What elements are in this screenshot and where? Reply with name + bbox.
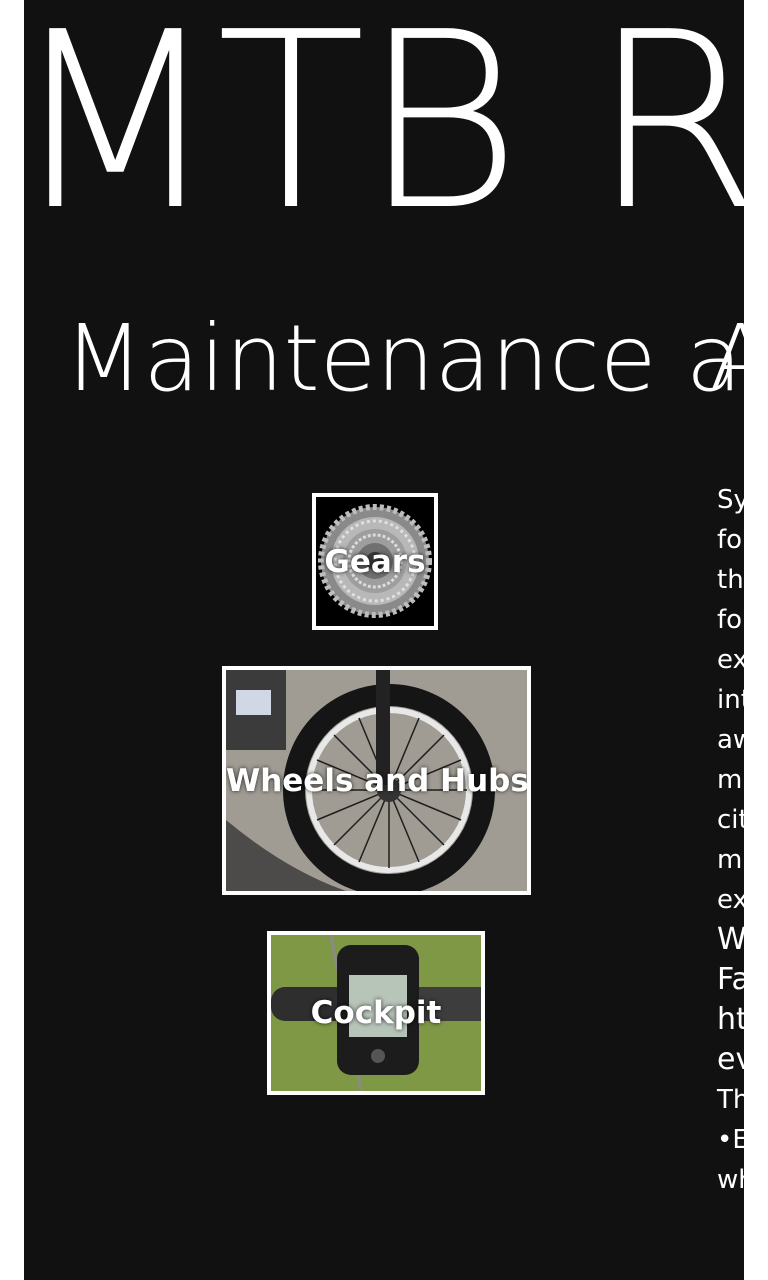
description-line: fo: [717, 605, 743, 635]
cockpit-tile-label: Cockpit: [310, 995, 442, 1031]
wheels-and-hubs-tile-label: Wheels and Hubs: [226, 762, 529, 799]
description-line: ex: [717, 885, 744, 915]
description-line: wh: [717, 1165, 744, 1195]
description-line: •E: [717, 1125, 744, 1155]
description-line: htt: [717, 1002, 744, 1037]
cockpit-tile[interactable]: Cockpit: [267, 931, 485, 1095]
pivot-header-next[interactable]: A: [709, 313, 744, 405]
description-line: m: [717, 845, 743, 875]
gears-tile[interactable]: Gears: [312, 493, 438, 630]
description-line: Th: [717, 1085, 744, 1115]
description-text: Sy fo th fo ex int aw m cit m ex W Fa ht…: [717, 480, 744, 1200]
gears-tile-label: Gears: [324, 543, 426, 580]
description-line: Sy: [717, 485, 744, 515]
description-line: ex: [717, 645, 744, 675]
description-line: cit: [717, 805, 744, 835]
pivot-header-maintenance[interactable]: Maintenance ar: [64, 313, 744, 405]
app-title: MTB Rid: [24, 0, 744, 264]
description-line: aw: [717, 725, 744, 755]
description-line: th: [717, 565, 744, 595]
description-line: m: [717, 765, 743, 795]
description-line: ev: [717, 1042, 744, 1077]
description-line: fo: [717, 525, 743, 555]
description-line: int: [717, 685, 744, 715]
wheels-and-hubs-tile[interactable]: Wheels and Hubs: [222, 666, 531, 895]
app-screen: MTB Rid Maintenance ar A Gears: [24, 0, 744, 1280]
description-line: Fa: [717, 962, 744, 997]
description-line: W: [717, 922, 744, 957]
